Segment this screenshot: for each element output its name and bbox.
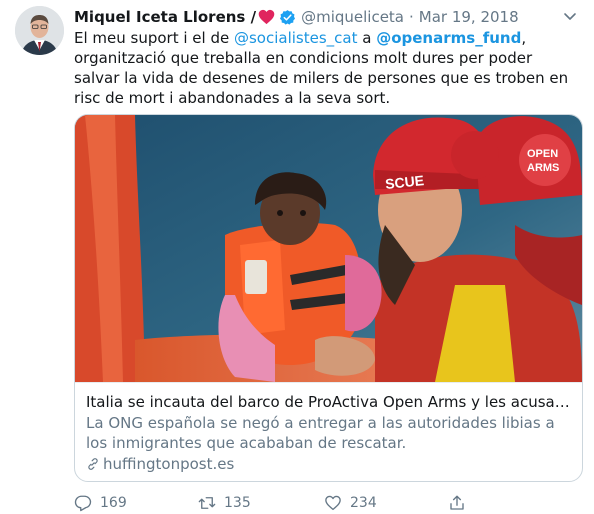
card-domain[interactable]: huffingtonpost.es	[86, 454, 571, 474]
tweet-text-part: El meu suport i el de	[74, 29, 234, 47]
chevron-down-icon[interactable]	[562, 8, 578, 24]
card-image: SCUE OPEN ARMS	[75, 115, 582, 382]
like-icon	[325, 495, 341, 511]
heart-emoji-icon	[258, 9, 275, 25]
reply-icon	[74, 495, 92, 512]
verified-badge-icon	[279, 9, 296, 26]
retweet-count: 135	[224, 495, 251, 511]
separator-dot: ·	[409, 8, 414, 26]
mention-socialistes-cat[interactable]: @socialistes_cat	[234, 29, 358, 47]
author-handle[interactable]: @miqueliceta	[301, 8, 404, 26]
author-name[interactable]: Miquel Iceta Llorens /	[74, 8, 256, 26]
tweet-actions: 169 135 234	[74, 492, 474, 514]
reply-count: 169	[100, 495, 127, 511]
helmet-right-text-bottom: ARMS	[527, 162, 559, 174]
share-icon	[450, 495, 464, 510]
like-button[interactable]: 234	[324, 494, 448, 512]
tweet-header: Miquel Iceta Llorens / @miqueliceta · Ma…	[74, 6, 584, 28]
mention-openarms-fund[interactable]: @openarms_fund	[376, 29, 521, 47]
like-count: 234	[350, 495, 377, 511]
card-description: La ONG española se negó a entregar a las…	[86, 414, 555, 452]
tweet-text-part: a	[357, 29, 377, 47]
reply-button[interactable]: 169	[74, 494, 198, 512]
link-icon	[88, 458, 98, 470]
link-card[interactable]: SCUE OPEN ARMS Italia se incauta del bar…	[74, 114, 583, 482]
helmet-right-text-top: OPEN	[527, 148, 558, 160]
tweet-text: El meu suport i el de @socialistes_cat a…	[74, 28, 580, 108]
retweet-button[interactable]: 135	[198, 494, 324, 512]
card-domain-text: huffingtonpost.es	[103, 455, 235, 473]
share-button[interactable]	[448, 494, 474, 512]
card-title[interactable]: Italia se incauta del barco de ProActiva…	[86, 392, 573, 412]
avatar[interactable]	[15, 6, 64, 55]
tweet-date[interactable]: Mar 19, 2018	[419, 8, 519, 26]
avatar-image	[15, 6, 64, 55]
retweet-icon	[198, 497, 216, 509]
card-body: Italia se incauta del barco de ProActiva…	[75, 382, 582, 474]
